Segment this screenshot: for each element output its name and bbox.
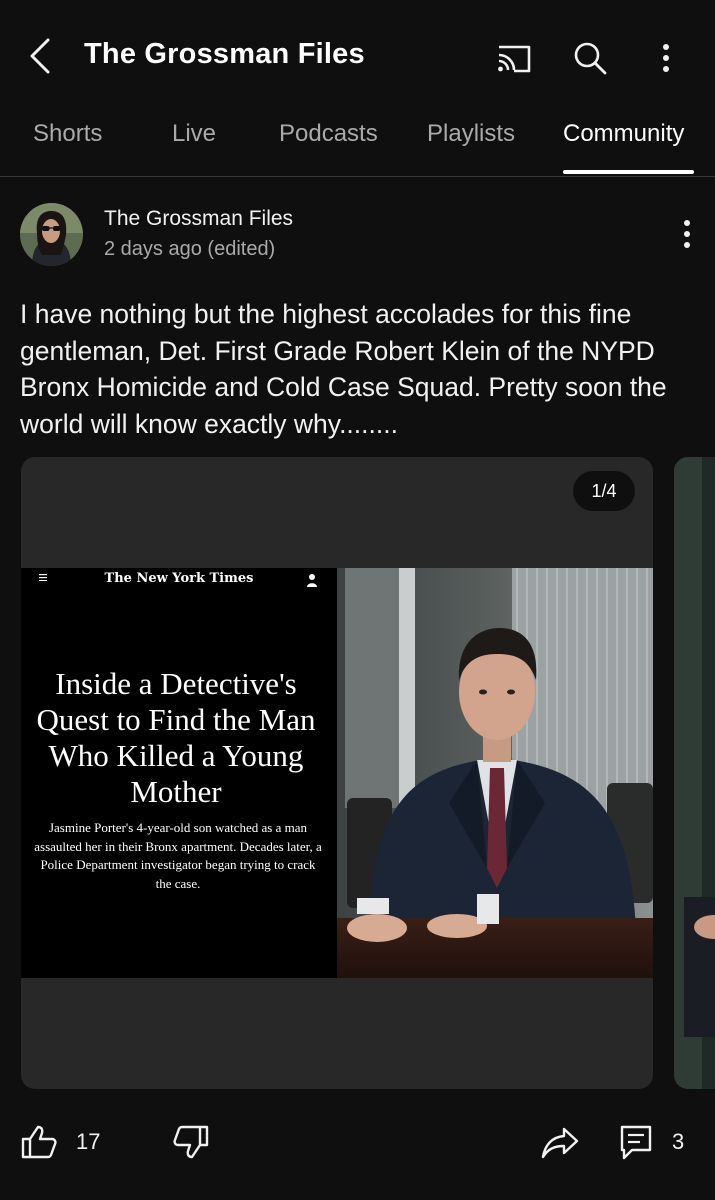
tab-live[interactable]: Live [172, 120, 216, 148]
share-icon [541, 1127, 579, 1159]
cast-button[interactable] [492, 36, 536, 80]
tab-playlists[interactable]: Playlists [427, 120, 515, 148]
dislike-button[interactable] [172, 1120, 210, 1164]
back-button[interactable] [20, 36, 60, 76]
tab-shorts[interactable]: Shorts [33, 120, 102, 148]
publication-logo: The New York Times [104, 571, 254, 586]
more-vertical-icon [663, 44, 669, 72]
search-button[interactable] [568, 36, 612, 80]
post-text: I have nothing but the highest accolades… [20, 299, 667, 439]
channel-tabs: Shorts Live Podcasts Playlists Community [0, 110, 715, 177]
more-vertical-icon [684, 220, 690, 248]
like-count: 17 [76, 1129, 101, 1154]
comment-button[interactable]: 3 [618, 1120, 684, 1164]
detective-photo [337, 568, 653, 978]
comment-count: 3 [672, 1129, 685, 1154]
article-text-panel: The New York Times Inside a Detective's … [21, 568, 337, 978]
post-timestamp: 2 days ago (edited) [104, 238, 276, 260]
article-headline: Inside a Detective's Quest to Find the M… [36, 666, 316, 809]
post-image-carousel[interactable]: 1/4 The New York Times Inside a Detectiv… [21, 457, 653, 1089]
article-topbar: The New York Times [21, 568, 337, 594]
user-icon [307, 574, 317, 587]
tab-podcasts[interactable]: Podcasts [279, 120, 378, 148]
search-icon [574, 42, 607, 75]
like-button[interactable]: 17 [20, 1120, 100, 1164]
article-summary: Jasmine Porter's 4-year-old son watched … [34, 820, 322, 891]
thumbs-down-icon [173, 1125, 209, 1159]
share-button[interactable] [540, 1120, 580, 1164]
next-image-preview [674, 457, 715, 1089]
post-options-button[interactable] [670, 214, 704, 254]
tab-community[interactable]: Community [563, 120, 684, 148]
back-arrow-icon [30, 38, 50, 74]
next-carousel-image[interactable] [674, 457, 715, 1089]
app-header: The Grossman Files [0, 0, 715, 110]
avatar[interactable] [20, 203, 83, 266]
thumbs-up-icon [21, 1125, 57, 1159]
cast-icon [498, 45, 531, 73]
carousel-page-indicator: 1/4 [573, 471, 635, 511]
avatar-image [20, 203, 83, 266]
active-tab-indicator [563, 170, 694, 174]
more-options-button[interactable] [644, 36, 688, 80]
comment-icon [620, 1125, 652, 1160]
article-screenshot: The New York Times Inside a Detective's … [21, 568, 653, 978]
post-author[interactable]: The Grossman Files [104, 207, 293, 231]
channel-title: The Grossman Files [84, 38, 365, 70]
detective-portrait [337, 568, 653, 978]
